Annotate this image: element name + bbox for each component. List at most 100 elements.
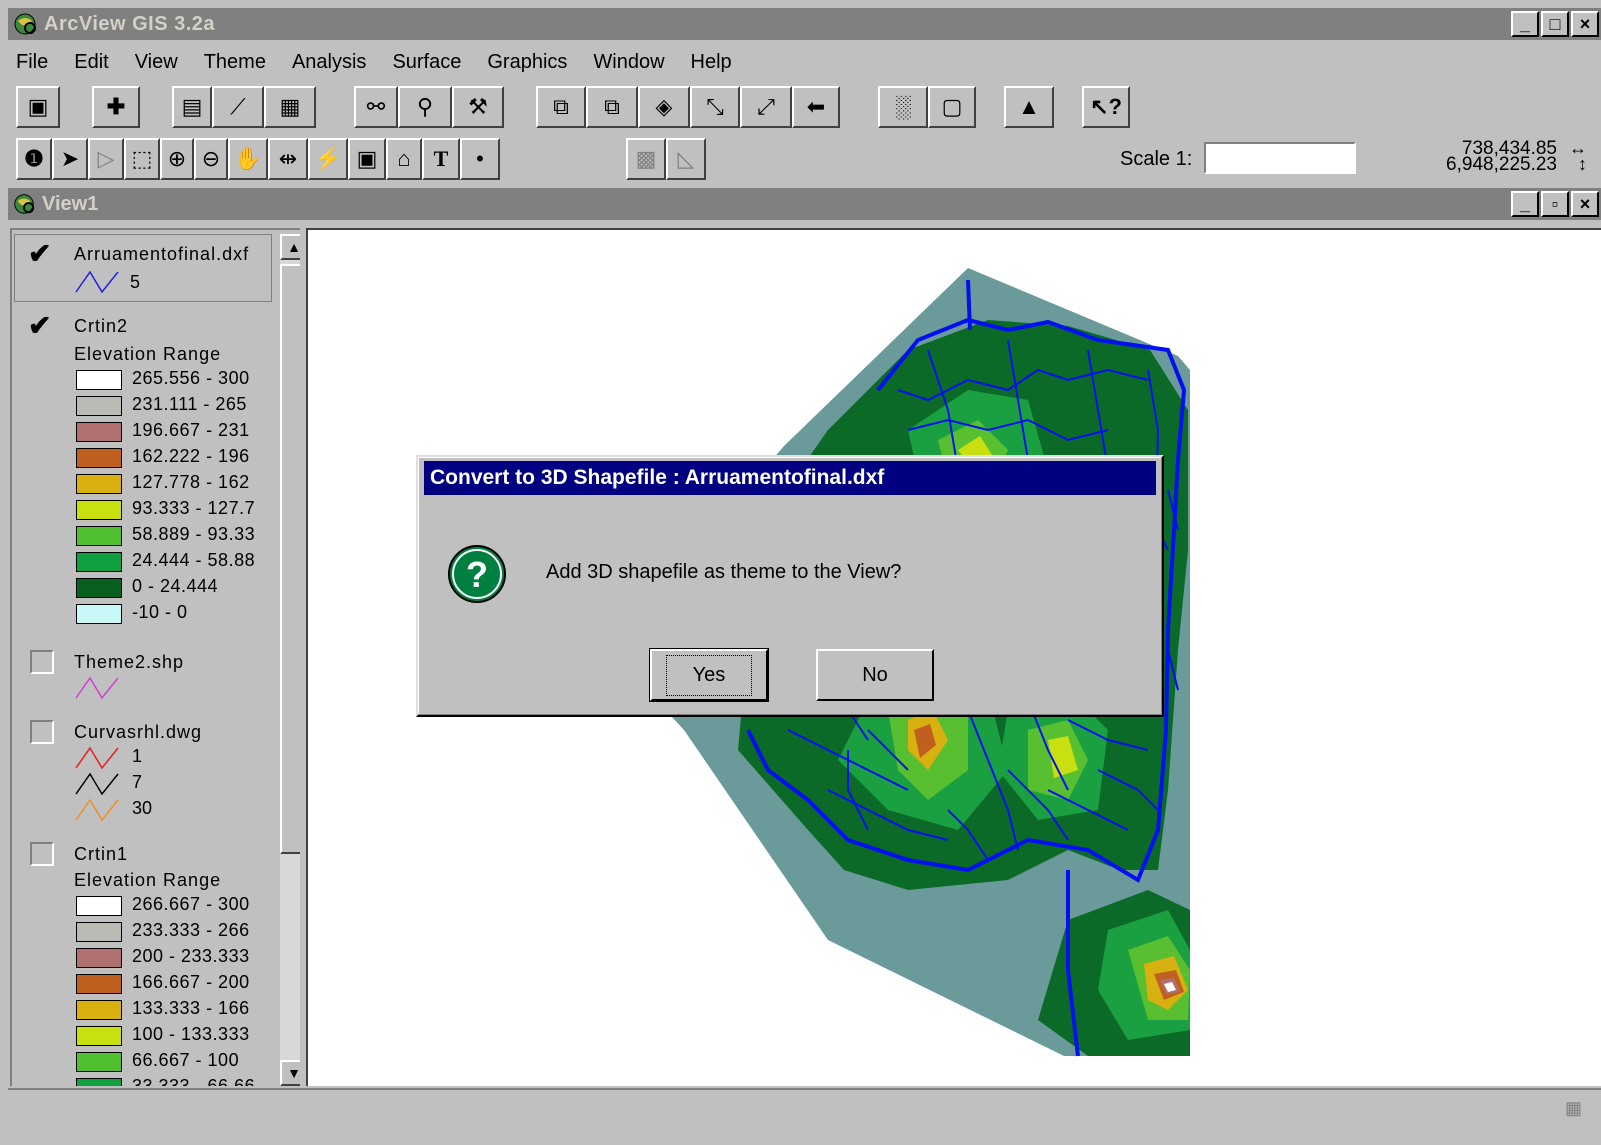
theme-visibility-checkbox[interactable] (30, 720, 54, 744)
label-tag-icon: ⌂ (397, 146, 411, 171)
menu-edit[interactable]: Edit (74, 51, 108, 74)
legend-swatch (76, 552, 122, 572)
legend-class-label: 231.111 - 265 (132, 394, 247, 414)
close-button[interactable]: × (1571, 11, 1599, 37)
scale-input[interactable] (1204, 142, 1356, 174)
theme-visibility-checkbox[interactable] (30, 650, 54, 674)
label-tool[interactable]: ⌂ (386, 138, 422, 180)
menu-graphics[interactable]: Graphics (487, 51, 567, 74)
hammer-icon: ⚒ (468, 94, 488, 119)
scroll-down-arrow-icon[interactable]: ▼ (280, 1060, 300, 1086)
legend-swatch (76, 1026, 122, 1046)
line-symbol-icon (75, 676, 119, 700)
question-icon: ? (448, 545, 506, 603)
text-t-icon: T (433, 146, 449, 171)
zoom-full-extent-button[interactable]: ⧉ (536, 86, 586, 128)
create-chart-button[interactable]: ▲ (1004, 86, 1054, 128)
legend-swatch (76, 1052, 122, 1072)
add-theme-button[interactable]: ✚ (92, 86, 140, 128)
vertical-arrow-icon: ↕ (1578, 154, 1587, 174)
line-class-label: 30 (132, 798, 153, 818)
legend-icon: ⟋ (230, 94, 246, 119)
open-table-button[interactable]: ▦ (264, 86, 316, 128)
pan-tool[interactable]: ✋ (228, 138, 268, 180)
theme-name: Arruamentofinal.dxf (74, 244, 250, 264)
zoom-previous-button[interactable]: ⬅ (792, 86, 840, 128)
legend-swatch (76, 948, 122, 968)
checkmark-icon[interactable]: ✔ (28, 312, 51, 340)
zoom-out-tool[interactable]: ⊖ (194, 138, 228, 180)
hand-icon: ✋ (234, 146, 262, 171)
view-minimize-button[interactable]: _ (1511, 191, 1539, 217)
help-pointer-icon: ↖? (1090, 94, 1122, 119)
measure-tool[interactable]: ⇹ (268, 138, 308, 180)
view-restore-button[interactable]: ▫ (1541, 191, 1569, 217)
legend-swatch (76, 422, 122, 442)
minimize-button[interactable]: _ (1511, 11, 1539, 37)
zoom-to-selected-button[interactable]: ◈ (638, 86, 690, 128)
menu-view[interactable]: View (135, 51, 178, 74)
locate-address-button[interactable]: ⚲ (398, 86, 452, 128)
hotlink-tool[interactable]: ⚡ (308, 138, 348, 180)
help-button[interactable]: ↖? (1082, 86, 1130, 128)
view-close-button[interactable]: × (1571, 191, 1599, 217)
layers-active-icon: ⧉ (604, 94, 620, 119)
pointer-tool[interactable]: ➤ (52, 138, 88, 180)
theme-properties-button[interactable]: ▤ (172, 86, 212, 128)
theme-visibility-checkbox[interactable] (30, 842, 54, 866)
scrollbar-thumb[interactable] (280, 264, 300, 854)
legend-swatch (76, 1078, 122, 1086)
menu-surface[interactable]: Surface (392, 51, 461, 74)
menu-window[interactable]: Window (593, 51, 664, 74)
zoom-out-center-button[interactable]: ⤢ (740, 86, 792, 128)
yes-button[interactable]: Yes (649, 648, 769, 702)
save-project-button[interactable]: ▣ (16, 86, 60, 128)
vertex-edit-tool[interactable]: ▷ (88, 138, 124, 180)
legend-class-label: 162.222 - 196 (132, 446, 250, 466)
zoom-selected-icon: ◈ (655, 94, 673, 119)
no-button[interactable]: No (816, 649, 934, 701)
table-icon: ▦ (279, 94, 301, 119)
draw-point-tool[interactable]: • (460, 138, 500, 180)
arcview-globe-icon (14, 13, 36, 35)
snap-tool[interactable]: ▩ (626, 138, 666, 180)
zoom-in-tool[interactable]: ⊕ (160, 138, 194, 180)
resize-grip-icon[interactable]: ▦ (1565, 1098, 1591, 1120)
tool-bar: ❶ ➤ ▷ ⬚ ⊕ ⊖ ✋ ⇹ ⚡ ▣ ⌂ T • ▩ ◺ Scale 1: 7… (8, 134, 1601, 182)
zoom-in-center-button[interactable]: ⤡ (690, 86, 740, 128)
clear-selection-button[interactable]: ▢ (928, 86, 976, 128)
zoom-to-themes-button[interactable]: ⧉ (586, 86, 638, 128)
select-feature-tool[interactable]: ⬚ (124, 138, 160, 180)
line-symbol-icon (75, 772, 119, 796)
query-builder-button[interactable]: ⚒ (452, 86, 504, 128)
dialog-title: Convert to 3D Shapefile : Arruamentofina… (424, 461, 1156, 495)
edit-tool[interactable]: ◺ (666, 138, 706, 180)
legend-subheading: Elevation Range (74, 344, 222, 364)
legend-class-label: 265.556 - 300 (132, 368, 250, 388)
menu-theme[interactable]: Theme (204, 51, 266, 74)
area-of-interest-tool[interactable]: ▣ (348, 138, 386, 180)
select-features-button[interactable]: ░ (878, 86, 928, 128)
checkmark-icon[interactable]: ✔ (28, 240, 51, 268)
scroll-up-arrow-icon[interactable]: ▲ (280, 234, 300, 260)
legend-swatch (76, 1000, 122, 1020)
edit-legend-button[interactable]: ⟋ (212, 86, 264, 128)
binoculars-icon: ⚯ (366, 94, 386, 119)
text-tool[interactable]: T (422, 138, 460, 180)
toc-scrollbar[interactable]: ▲ ▼ (280, 234, 300, 1086)
legend-class-label: 24.444 - 58.88 (132, 550, 256, 570)
theme-name: Crtin2 (74, 316, 129, 336)
clear-selection-icon: ▢ (941, 94, 963, 119)
menu-file[interactable]: File (16, 51, 48, 74)
point-icon: • (476, 146, 484, 171)
menu-analysis[interactable]: Analysis (292, 51, 366, 74)
find-button[interactable]: ⚯ (354, 86, 398, 128)
maximize-button[interactable]: □ (1541, 11, 1569, 37)
legend-class-label: 66.667 - 100 (132, 1050, 240, 1070)
app-title: ArcView GIS 3.2a (44, 12, 216, 35)
legend-swatch (76, 448, 122, 468)
menu-help[interactable]: Help (691, 51, 732, 74)
legend-swatch (76, 474, 122, 494)
identify-tool[interactable]: ❶ (16, 138, 52, 180)
line-symbol-icon (75, 798, 119, 822)
